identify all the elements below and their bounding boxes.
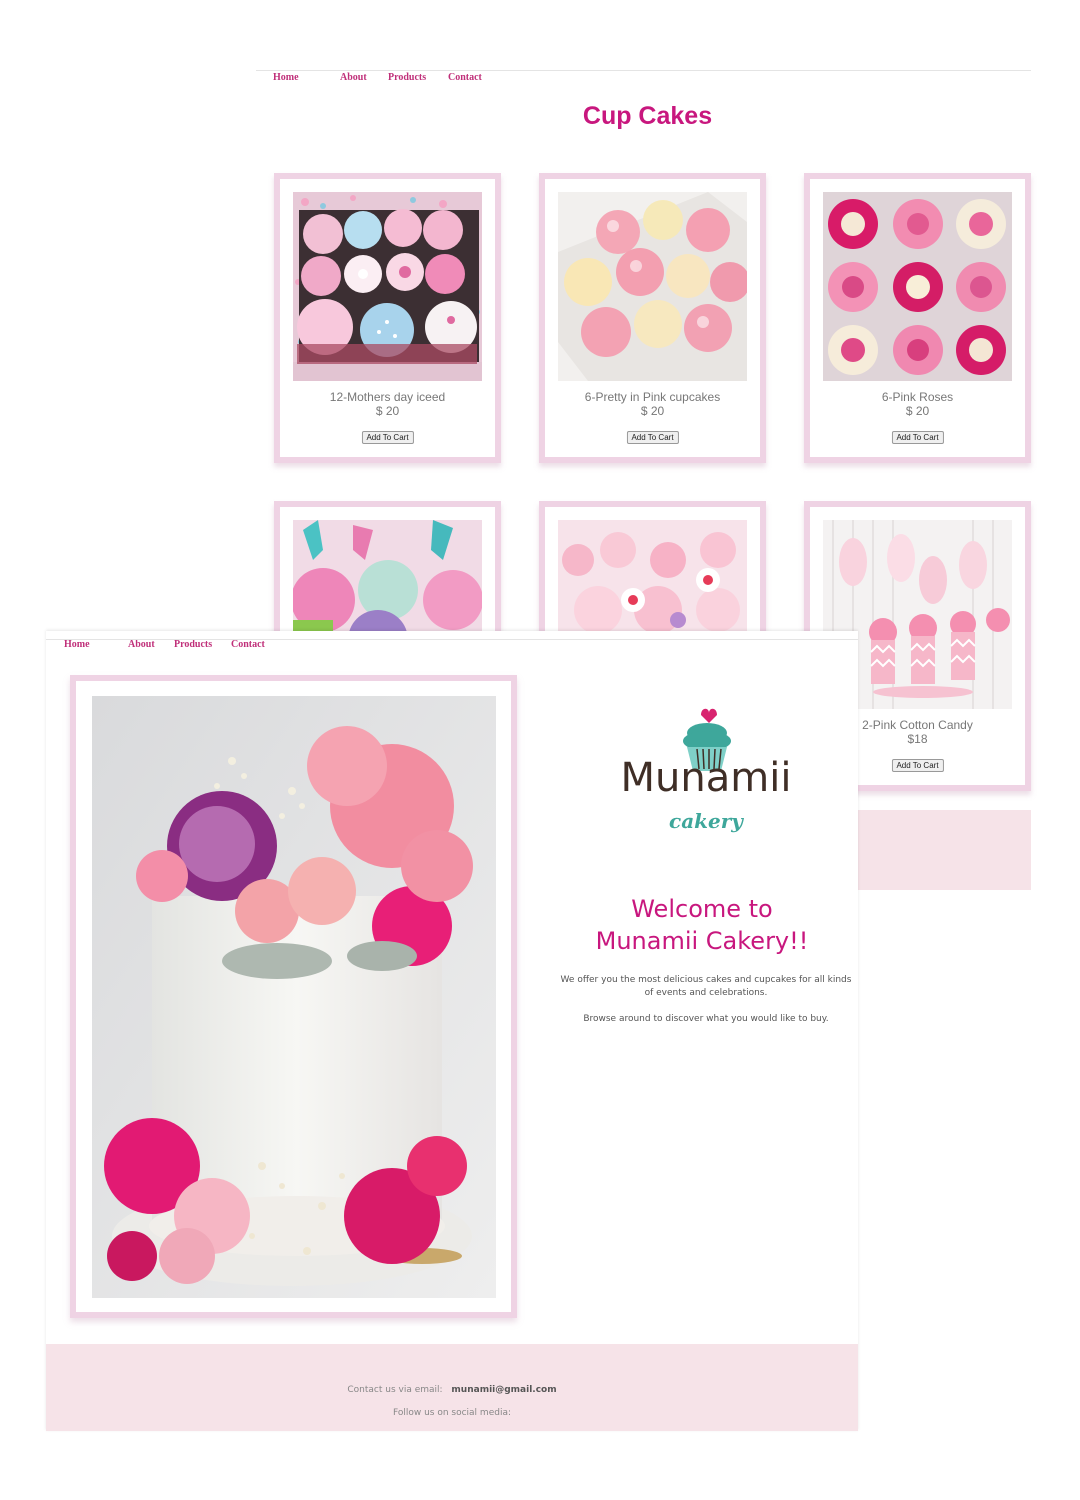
contact-label: Contact us via email: <box>347 1385 443 1395</box>
product-price: $ 20 <box>375 404 400 418</box>
products-footer-band <box>858 810 1031 890</box>
nav-about-link[interactable]: About <box>128 639 155 650</box>
footer-contact: Contact us via email: munamii@gmail.com <box>46 1385 858 1395</box>
nav-products-link[interactable]: Products <box>388 72 426 83</box>
product-image <box>823 192 1012 381</box>
footer-social: Follow us on social media: <box>392 1408 511 1418</box>
nav-home-link[interactable]: Home <box>273 72 299 83</box>
add-to-cart-button[interactable]: Add To Cart <box>891 431 944 444</box>
product-image <box>558 192 747 381</box>
product-card: 6-Pretty in Pink cupcakes $ 20 Add To Ca… <box>539 173 766 463</box>
nav-about-link[interactable]: About <box>340 72 367 83</box>
intro-text: We offer you the most delicious cakes an… <box>560 975 852 998</box>
product-price: $ 20 <box>905 404 930 418</box>
nav-contact-link[interactable]: Contact <box>448 72 482 83</box>
product-price: $ 20 <box>640 404 665 418</box>
site-footer: Contact us via email: munamii@gmail.com … <box>46 1344 858 1431</box>
add-to-cart-button[interactable]: Add To Cart <box>626 431 679 444</box>
product-name: 6-Pretty in Pink cupcakes <box>584 390 721 404</box>
hero-cake-image <box>92 696 496 1298</box>
add-to-cart-button[interactable]: Add To Cart <box>361 431 414 444</box>
home-page-window: Home About Products Contact Munamii cake… <box>46 631 858 1431</box>
logo-wordmark: Munamii <box>620 755 792 801</box>
nav-divider <box>46 639 858 640</box>
product-card: 12-Mothers day iceed $ 20 Add To Cart <box>274 173 501 463</box>
product-name: 12-Mothers day iceed <box>329 390 446 404</box>
nav-home-link[interactable]: Home <box>64 639 90 650</box>
welcome-heading: Welcome to Munamii Cakery!! <box>546 893 858 957</box>
nav-products-link[interactable]: Products <box>174 639 212 650</box>
welcome-line-1: Welcome to <box>631 895 773 923</box>
browse-text: Browse around to discover what you would… <box>583 1014 829 1024</box>
logo-subtitle: cakery <box>669 809 743 833</box>
contact-email-link[interactable]: munamii@gmail.com <box>451 1385 556 1395</box>
product-card: 6-Pink Roses $ 20 Add To Cart <box>804 173 1031 463</box>
page-title: Cup Cakes <box>582 102 713 130</box>
nav-contact-link[interactable]: Contact <box>231 639 265 650</box>
nav-divider <box>256 70 1031 71</box>
product-name: 6-Pink Roses <box>881 390 954 404</box>
hero-image-frame <box>70 675 517 1318</box>
welcome-line-2: Munamii Cakery!! <box>595 927 809 955</box>
brand-logo: Munamii cakery <box>606 703 806 853</box>
add-to-cart-button[interactable]: Add To Cart <box>891 759 944 772</box>
product-image <box>293 192 482 381</box>
